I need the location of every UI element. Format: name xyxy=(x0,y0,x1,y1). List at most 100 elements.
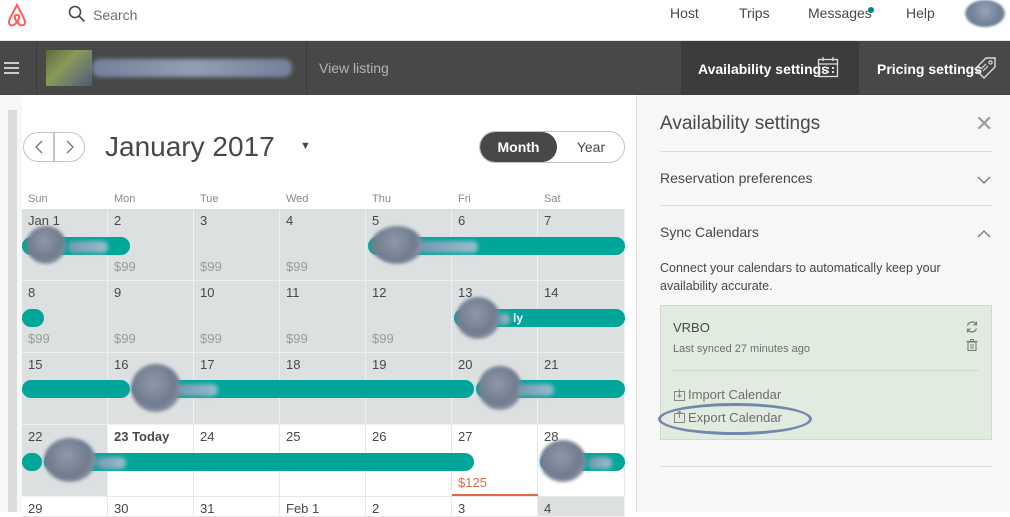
day-number: 3 xyxy=(458,501,466,516)
tab-pricing-settings[interactable]: Pricing settings xyxy=(877,61,982,77)
calendar-day-cell[interactable]: 3 xyxy=(452,497,538,517)
divider xyxy=(673,370,979,371)
nav-messages[interactable]: Messages xyxy=(808,5,872,21)
calendar-day-cell[interactable]: 29 xyxy=(22,497,108,517)
scrollbar[interactable] xyxy=(8,110,17,512)
day-price: $99 xyxy=(114,331,136,346)
weekday-label: Sat xyxy=(544,193,561,205)
weekday-label: Wed xyxy=(286,193,309,205)
tab-availability-label[interactable]: Availability settings xyxy=(698,61,829,77)
reservation-bar[interactable] xyxy=(22,453,42,471)
calendar-day-cell[interactable]: 31 xyxy=(194,497,280,517)
prev-month-button[interactable] xyxy=(23,132,54,162)
day-price: $99 xyxy=(114,259,136,274)
reservation-bar[interactable] xyxy=(22,309,44,327)
listing-thumbnail[interactable] xyxy=(46,50,92,86)
weekday-label: Mon xyxy=(114,193,136,205)
divider xyxy=(660,205,992,206)
day-number: 21 xyxy=(544,357,559,372)
reservation-preferences-header[interactable]: Reservation preferences xyxy=(660,170,813,186)
guest-name-redacted xyxy=(588,457,612,469)
calendar-day-cell[interactable]: Feb 1 xyxy=(280,497,366,517)
day-number: 12 xyxy=(372,285,387,300)
import-calendar-link[interactable]: Import Calendar xyxy=(688,387,781,402)
guest-avatar[interactable] xyxy=(44,438,96,482)
caret-down-icon[interactable]: ▼ xyxy=(300,140,311,152)
calendar-day-cell[interactable]: 12 $99 xyxy=(366,281,452,353)
calendar-day-cell[interactable]: 2 xyxy=(366,497,452,517)
view-listing-link[interactable]: View listing xyxy=(319,60,389,76)
guest-avatar[interactable] xyxy=(456,297,500,339)
guest-avatar[interactable] xyxy=(478,366,522,410)
divider xyxy=(36,41,37,95)
guest-name-redacted xyxy=(68,241,108,253)
month-view-button[interactable]: Month xyxy=(480,132,557,162)
day-number: 15 xyxy=(28,357,43,372)
view-toggle: Month Year xyxy=(479,131,625,163)
day-number: 26 xyxy=(372,429,387,444)
day-number: 10 xyxy=(200,285,215,300)
sync-calendars-header[interactable]: Sync Calendars xyxy=(660,224,759,240)
year-view-button[interactable]: Year xyxy=(557,132,624,162)
guest-name-redacted xyxy=(498,313,510,325)
hamburger-menu-icon[interactable] xyxy=(4,62,20,74)
day-price: $99 xyxy=(372,331,394,346)
day-price: $99 xyxy=(286,331,308,346)
nav-trips[interactable]: Trips xyxy=(739,5,770,21)
day-number: 3 xyxy=(200,213,208,228)
guest-name-redacted xyxy=(178,384,218,396)
trash-icon[interactable] xyxy=(966,339,978,351)
day-price: $99 xyxy=(200,331,222,346)
month-title[interactable]: January 2017 xyxy=(105,131,275,163)
search-input[interactable]: Search xyxy=(93,7,137,23)
divider xyxy=(660,466,992,467)
divider xyxy=(306,41,307,95)
annotation-circle xyxy=(658,403,812,435)
day-price: $99 xyxy=(286,259,308,274)
nav-host[interactable]: Host xyxy=(670,5,699,21)
airbnb-logo-icon[interactable] xyxy=(5,3,29,29)
chevron-up-icon[interactable] xyxy=(977,229,991,239)
avatar[interactable] xyxy=(965,0,1005,27)
day-number: Feb 1 xyxy=(286,501,320,516)
last-synced-text: Last synced 27 minutes ago xyxy=(673,343,810,355)
import-icon xyxy=(674,389,685,401)
guest-avatar[interactable] xyxy=(131,364,181,412)
day-number: 7 xyxy=(544,213,552,228)
weekday-label: Thu xyxy=(372,193,391,205)
day-number: 18 xyxy=(286,357,301,372)
messages-notification-dot xyxy=(868,7,874,13)
day-number: 23 Today xyxy=(114,429,170,444)
reservation-bar[interactable] xyxy=(22,380,130,398)
guest-avatar[interactable] xyxy=(26,226,66,264)
chevron-right-icon xyxy=(66,140,74,154)
guest-avatar[interactable] xyxy=(540,440,586,482)
calendar-day-cell[interactable]: 9 $99 xyxy=(108,281,194,353)
calendar-day-cell[interactable]: 10 $99 xyxy=(194,281,280,353)
day-number: 4 xyxy=(286,213,294,228)
calendar-day-cell[interactable]: 3 $99 xyxy=(194,209,280,281)
calendar-day-cell[interactable]: 30 xyxy=(108,497,194,517)
guest-avatar[interactable] xyxy=(371,226,423,264)
day-price: $125 xyxy=(458,475,487,490)
nav-help[interactable]: Help xyxy=(906,5,935,21)
day-number: 14 xyxy=(544,285,559,300)
day-price: $99 xyxy=(28,331,50,346)
vrbo-name: VRBO xyxy=(673,320,710,335)
listing-name-redacted[interactable] xyxy=(92,59,292,77)
refresh-icon[interactable] xyxy=(965,320,979,334)
chevron-down-icon[interactable] xyxy=(977,175,991,185)
day-number: 16 xyxy=(114,357,129,372)
calendar-day-cell[interactable]: 4 xyxy=(538,497,625,517)
calendar-icon xyxy=(817,57,839,78)
weekday-label: Tue xyxy=(200,193,219,205)
close-icon[interactable]: ✕ xyxy=(975,113,993,135)
next-month-button[interactable] xyxy=(54,132,85,162)
divider xyxy=(858,41,859,95)
calendar-day-cell[interactable]: 11 $99 xyxy=(280,281,366,353)
day-number: 17 xyxy=(200,357,215,372)
day-number: 30 xyxy=(114,501,129,516)
calendar-day-cell[interactable]: 4 $99 xyxy=(280,209,366,281)
search-icon xyxy=(68,5,86,23)
day-number: 22 xyxy=(28,429,43,444)
